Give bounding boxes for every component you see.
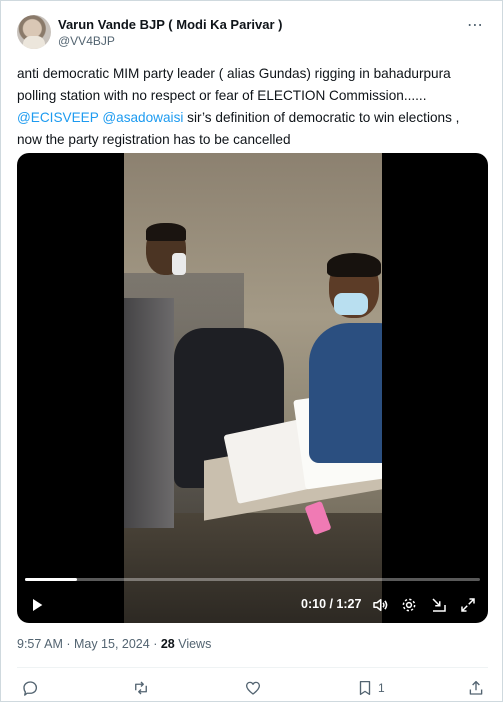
tweet-text-line-4: now the party registration has to be can… (17, 132, 291, 147)
tweet-text: anti democratic MIM party leader ( alias… (17, 63, 489, 151)
author-name[interactable]: Varun Vande BJP ( Modi Ka Parivar ) (58, 17, 282, 32)
scene-mask-right (334, 293, 368, 315)
timestamp[interactable]: 9:57 AM · May 15, 2024 · (17, 637, 161, 651)
play-icon[interactable] (25, 593, 49, 617)
bookmark-button[interactable]: 1 (356, 677, 385, 699)
like-icon (245, 681, 261, 695)
reply-button[interactable] (21, 677, 39, 699)
tweet-meta: 9:57 AM · May 15, 2024 · 28 Views (17, 637, 211, 651)
fullscreen-icon[interactable] (456, 593, 480, 617)
scene-mask-left (172, 253, 186, 275)
bookmark-count: 1 (378, 681, 385, 695)
share-button[interactable] (467, 677, 485, 699)
more-icon[interactable]: ⋯ (467, 15, 484, 35)
mention-ecisveep[interactable]: @ECISVEEP (17, 110, 99, 125)
tweet-text-line-2: polling station with no respect or fear … (17, 88, 427, 103)
mention-asadowaisi[interactable]: @asadowaisi (102, 110, 183, 125)
dock-icon[interactable] (427, 593, 451, 617)
retweet-button[interactable] (132, 677, 150, 699)
settings-icon[interactable] (397, 593, 421, 617)
scene-hair-right (327, 253, 381, 277)
scene-booth (124, 298, 174, 528)
tweet-card: Varun Vande BJP ( Modi Ka Parivar ) @VV4… (0, 0, 503, 702)
video-frame (124, 153, 382, 623)
divider (17, 667, 488, 668)
author-handle[interactable]: @VV4BJP (58, 34, 115, 48)
volume-icon[interactable] (368, 593, 392, 617)
reply-icon (23, 681, 38, 696)
avatar[interactable] (17, 15, 51, 49)
share-icon (469, 680, 483, 695)
tweet-text-line-1: anti democratic MIM party leader ( alias… (17, 66, 451, 81)
tweet-text-line-3-rest: sir’s definition of democratic to win el… (183, 110, 460, 125)
views-label: Views (174, 637, 212, 651)
video-progress-fill (25, 578, 78, 581)
like-button[interactable] (244, 677, 262, 699)
retweet-icon (135, 681, 147, 695)
views-count: 28 (160, 637, 175, 651)
bookmark-icon (359, 680, 371, 696)
video-progress-bar[interactable] (25, 578, 480, 581)
scene-person-right (309, 323, 382, 463)
tweet-text-line-3: @ECISVEEP @asadowaisi sir’s definition o… (17, 107, 489, 129)
avatar-figure (23, 36, 45, 49)
video-player[interactable]: 0:10 / 1:27 (17, 153, 488, 623)
video-time: 0:10 / 1:27 (301, 597, 362, 611)
scene-hair-left (146, 223, 186, 241)
